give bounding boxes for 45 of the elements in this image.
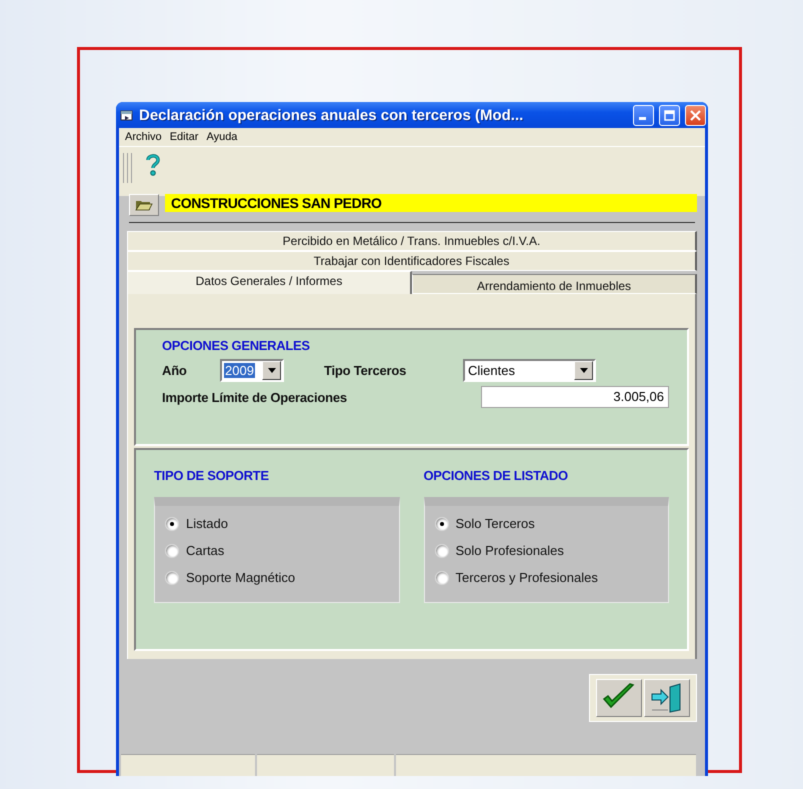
window-icon (120, 109, 134, 121)
radio-option[interactable]: Terceros y Profesionales (434, 570, 598, 585)
tab[interactable]: Trabajar con Identificadores Fiscales (127, 251, 697, 271)
radio-button[interactable] (165, 544, 179, 558)
radio-option[interactable]: Cartas (165, 543, 224, 558)
maximize-button[interactable] (659, 104, 680, 126)
radio-button[interactable] (434, 544, 448, 558)
accept-button[interactable] (596, 679, 642, 717)
help-button[interactable] (145, 153, 161, 177)
tab[interactable]: Datos Generales / Informes (127, 271, 412, 294)
folder-icon (135, 199, 153, 211)
tab[interactable]: Arrendamiento de Inmuebles (412, 274, 697, 294)
radio-option[interactable]: Listado (165, 516, 228, 531)
window-title: Declaración operaciones anuales con terceros (Mod... (139, 106, 524, 124)
dropdown-arrow-icon (580, 368, 588, 373)
group-heading: OPCIONES DE LISTADO (424, 468, 568, 483)
menu-item[interactable]: Ayuda (202, 131, 242, 143)
company-name: CONSTRUCCIONES SAN PEDRO (165, 194, 697, 212)
radio-button[interactable] (434, 570, 448, 584)
group-heading: TIPO DE SOPORTE (154, 468, 269, 483)
help-icon (145, 153, 161, 177)
minimize-button[interactable] (633, 104, 654, 126)
menu-item[interactable]: Archivo (121, 131, 166, 143)
dropdown-arrow-icon (268, 368, 276, 373)
radio-option[interactable]: Soporte Magnético (165, 570, 296, 585)
radio-option[interactable]: Solo Terceros (434, 516, 535, 531)
exit-button[interactable] (644, 679, 690, 717)
radio-button[interactable] (165, 570, 179, 584)
radio-button[interactable] (434, 516, 448, 530)
close-icon (690, 110, 701, 120)
field-label: Año (162, 363, 188, 378)
radio-button[interactable] (165, 516, 179, 530)
amount-field[interactable]: 3.005,06 (481, 386, 669, 408)
menu-item[interactable]: Editar (166, 131, 202, 143)
group-heading: OPCIONES GENERALES (162, 338, 311, 353)
folder-button[interactable] (129, 194, 159, 216)
tab[interactable]: Percibido en Metálico / Trans. Inmuebles c/I.V.A. (127, 231, 697, 251)
radio-option[interactable]: Solo Profesionales (434, 543, 564, 558)
close-button[interactable] (685, 104, 706, 126)
minimize-icon (638, 117, 646, 120)
field-label: Importe Límite de Operaciones (162, 390, 347, 404)
maximize-icon (664, 110, 675, 120)
year-dropdown[interactable]: 2009 (220, 359, 284, 382)
field-label: Tipo Terceros (324, 363, 408, 378)
type-dropdown[interactable]: Clientes (463, 359, 596, 382)
